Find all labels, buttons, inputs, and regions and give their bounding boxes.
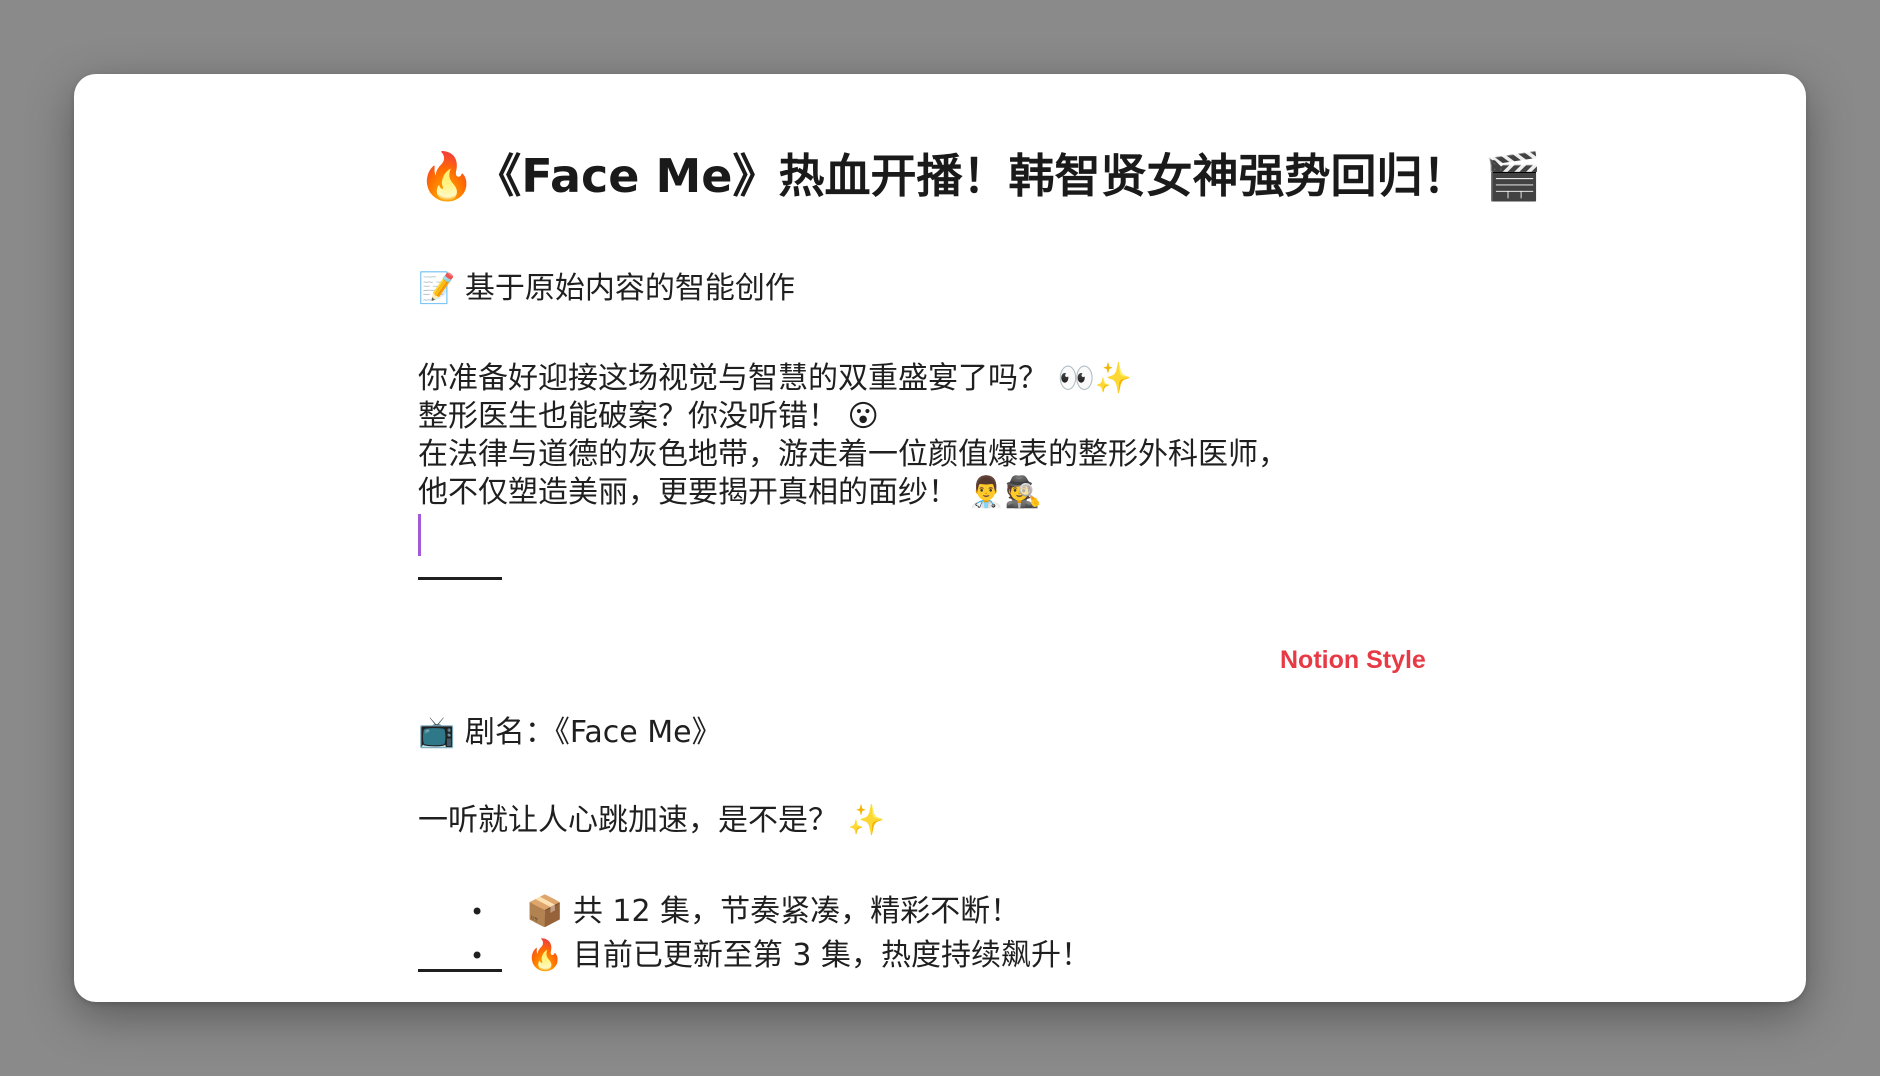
intro-paragraph[interactable]: 你准备好迎接这场视觉与智慧的双重盛宴了吗？ 👀✨ 整形医生也能破案？你没听错！ …	[418, 360, 1288, 512]
intro-line-2: 整形医生也能破案？你没听错！ 😮	[418, 399, 879, 434]
document-title[interactable]: 🔥《Face Me》热血开播！韩智贤女神强势回归！ 🎬	[418, 146, 1542, 206]
text-cursor	[418, 514, 421, 556]
intro-line-1: 你准备好迎接这场视觉与智慧的双重盛宴了吗？ 👀✨	[418, 361, 1133, 396]
intro-line-4: 他不仅塑造美丽，更要揭开真相的面纱！ 👨‍⚕️🕵️	[418, 475, 1043, 510]
divider	[418, 969, 502, 972]
list-item[interactable]: 🔥 目前已更新至第 3 集，热度持续飙升！	[470, 934, 1091, 978]
show-name-line[interactable]: 📺 剧名：《Face Me》	[418, 714, 722, 752]
hook-line[interactable]: 一听就让人心跳加速，是不是？ ✨	[418, 802, 885, 840]
bullet-list: 📦 共 12 集，节奏紧凑，精彩不断！ 🔥 目前已更新至第 3 集，热度持续飙升…	[470, 890, 1091, 978]
intro-line-3: 在法律与道德的灰色地带，游走着一位颜值爆表的整形外科医师，	[418, 437, 1288, 472]
editor-window: 🔥《Face Me》热血开播！韩智贤女神强势回归！ 🎬 📝 基于原始内容的智能创…	[74, 74, 1806, 1002]
list-item[interactable]: 📦 共 12 集，节奏紧凑，精彩不断！	[470, 890, 1091, 934]
notion-style-label: Notion Style	[1280, 646, 1426, 674]
divider	[418, 577, 502, 580]
subtitle-line[interactable]: 📝 基于原始内容的智能创作	[418, 270, 795, 308]
